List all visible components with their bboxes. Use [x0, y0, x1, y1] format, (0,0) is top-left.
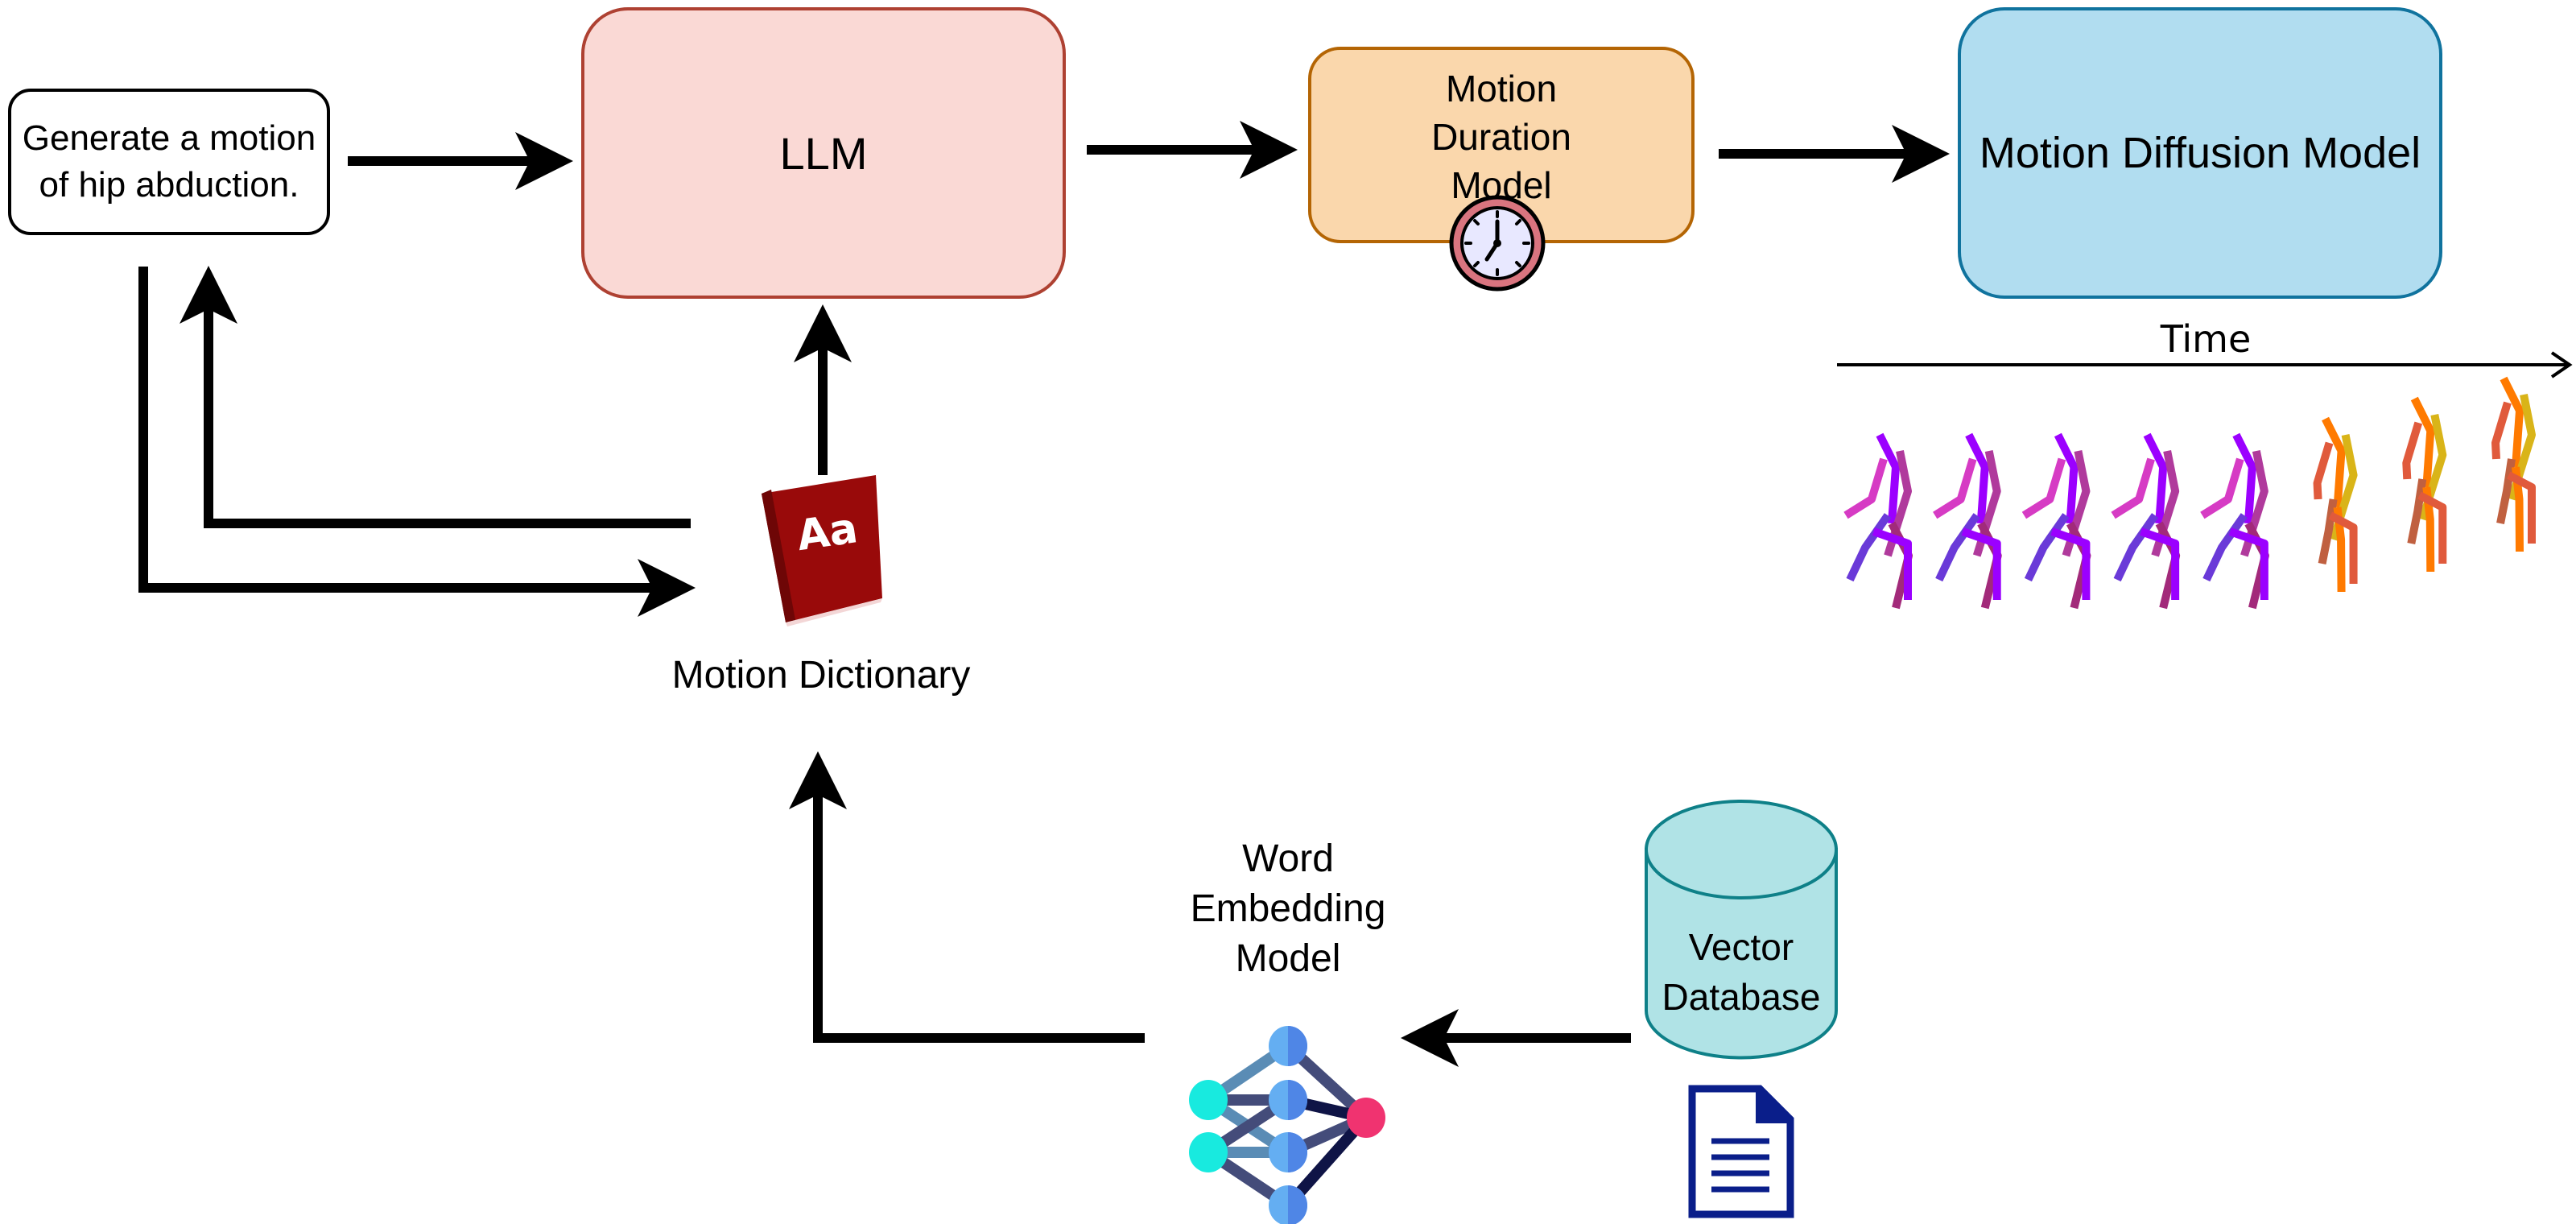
motion-frame-figure	[2111, 432, 2181, 610]
prompt-box: Generate a motion of hip abduction.	[8, 89, 330, 235]
book-icon-text: Aa	[794, 504, 861, 560]
motion-frame-limb	[2322, 416, 2346, 508]
motion-frame-limb	[2410, 396, 2435, 488]
word-embedding-model-label: Word Embedding Model	[1190, 837, 1386, 980]
motion-frame-limb	[2200, 457, 2244, 519]
motion-frame-limb	[1965, 432, 1989, 524]
motion-diffusion-model-box: Motion Diffusion Model	[1958, 7, 2442, 299]
motion-frame-limb	[2500, 376, 2524, 468]
motion-frames	[1843, 376, 2536, 610]
motion-frame-figure	[1843, 432, 1913, 610]
arrow-dictionary-to-prompt	[180, 266, 691, 528]
motion-frame-limb	[1876, 432, 1900, 524]
neural-network-icon	[1189, 1026, 1385, 1224]
document-icon	[1688, 1085, 1794, 1218]
motion-duration-model-box: Motion Duration Model	[1308, 47, 1695, 243]
motion-frame-limb	[2496, 458, 2516, 524]
motion-diffusion-model-label: Motion Diffusion Model	[1979, 129, 2421, 177]
motion-frame-figure	[2402, 396, 2447, 573]
motion-frame-limb	[1843, 457, 1888, 519]
motion-frame-limb	[2024, 513, 2070, 582]
motion-frame-figure	[2200, 432, 2269, 610]
book-icon: Aa	[762, 475, 882, 626]
motion-frame-limb	[2202, 513, 2248, 582]
motion-frame-limb	[2402, 421, 2423, 480]
motion-frame-figure	[2491, 376, 2536, 552]
motion-frame-limb	[2143, 432, 2168, 524]
motion-frame-limb	[2113, 513, 2159, 582]
vector-database-label: Vector Database	[1662, 926, 1821, 1018]
motion-frame-limb	[1935, 513, 1980, 582]
motion-frame-figure	[1933, 432, 2002, 610]
motion-frame-limb	[2407, 478, 2427, 544]
motion-frame-limb	[1846, 513, 1892, 582]
motion-frame-limb	[2318, 498, 2338, 564]
motion-frame-figure	[2313, 416, 2358, 593]
time-label: Time	[2160, 317, 2252, 361]
llm-label: LLM	[779, 127, 868, 179]
motion-frame-limb	[2313, 441, 2334, 500]
prompt-text: Generate a motion of hip abduction.	[22, 118, 316, 205]
motion-frame-limb	[2111, 457, 2155, 519]
motion-frame-limb	[2054, 432, 2079, 524]
motion-dictionary-label: Motion Dictionary	[671, 654, 971, 697]
llm-box: LLM	[581, 7, 1066, 299]
motion-duration-model-label: Motion Duration Model	[1431, 68, 1571, 206]
motion-frame-limb	[2491, 401, 2512, 460]
motion-frame-limb	[2232, 432, 2256, 524]
arrow-prompt-to-dictionary	[138, 267, 696, 617]
arrow-embedding-to-dictionary	[789, 751, 1145, 1043]
motion-frame-limb	[2021, 457, 2066, 519]
motion-frame-figure	[2021, 432, 2091, 610]
motion-frame-limb	[1933, 457, 1977, 519]
